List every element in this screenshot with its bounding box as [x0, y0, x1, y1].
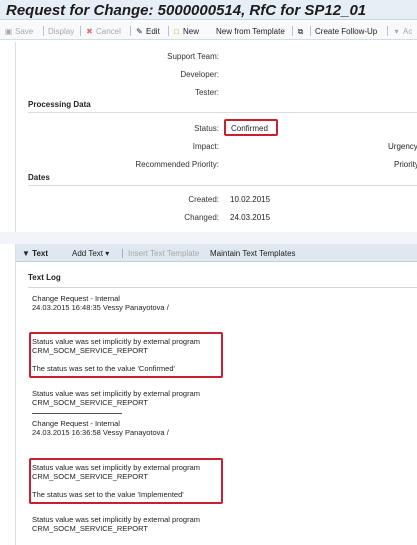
save-button[interactable]: ▣ Save — [4, 25, 34, 37]
edit-button[interactable]: ✎ Edit — [135, 25, 160, 37]
toolbar-separator — [292, 26, 293, 36]
text-panel: ▼ Text Add Text ▾ Insert Text Template M… — [15, 244, 417, 545]
create-follow-up-button[interactable]: Create Follow-Up — [315, 25, 377, 37]
actions-menu-button[interactable]: ▾ Ac — [392, 25, 412, 37]
log-line: CRM_SOCM_SERVICE_REPORT — [32, 524, 149, 533]
log-entry-type[interactable]: Change Request - Internal — [32, 294, 120, 303]
log-line: Status value was set implicitly by exter… — [32, 515, 200, 524]
toolbar-separator — [130, 26, 131, 36]
text-panel-header: ▼ Text Add Text ▾ Insert Text Template M… — [16, 244, 417, 262]
toolbar-separator — [43, 26, 44, 36]
processing-data-heading: Processing Data — [28, 100, 91, 109]
log-entry-meta: 24.03.2015 16:36:58 Vessy Panayotova / — [32, 428, 169, 437]
insert-text-template-button[interactable]: Insert Text Template — [128, 249, 199, 258]
log-entry-type[interactable]: Change Request - Internal — [32, 419, 120, 428]
log-line: CRM_SOCM_SERVICE_REPORT — [32, 346, 149, 355]
new-button[interactable]: □ New — [172, 25, 199, 37]
changed-label: Changed: — [184, 213, 219, 222]
status-field[interactable]: Confirmed — [224, 119, 278, 136]
edit-label: Edit — [146, 26, 160, 36]
divider — [32, 413, 122, 414]
cancel-icon: ✖ — [86, 26, 93, 36]
divider — [28, 112, 417, 113]
copy-icon: ⧉ — [297, 26, 304, 36]
new-document-icon: □ — [174, 26, 179, 36]
developer-label: Developer: — [180, 70, 219, 79]
maintain-text-templates-button[interactable]: Maintain Text Templates — [210, 249, 296, 258]
add-text-button[interactable]: Add Text ▾ — [72, 249, 109, 258]
log-line: CRM_SOCM_SERVICE_REPORT — [32, 398, 149, 407]
save-icon: ▣ — [4, 26, 13, 36]
status-value: Confirmed — [231, 124, 268, 133]
divider — [28, 185, 417, 186]
log-line: The status was set to the value 'Confirm… — [32, 364, 175, 373]
page-title: Request for Change: 5000000514, RfC for … — [6, 2, 367, 19]
create-follow-up-label: Create Follow-Up — [315, 26, 378, 36]
toolbar-separator — [310, 26, 311, 36]
display-button[interactable]: Display — [48, 25, 74, 37]
chevron-down-icon: ▾ — [105, 249, 110, 258]
log-entry-meta: 24.03.2015 16:48:35 Vessy Panayotova / — [32, 303, 169, 312]
tester-label: Tester: — [194, 88, 219, 97]
created-value: 10.02.2015 — [230, 195, 271, 204]
panel-gap — [0, 232, 417, 244]
urgency-label: Urgency — [388, 142, 417, 151]
edit-icon: ✎ — [136, 26, 143, 36]
cancel-label: Cancel — [96, 26, 121, 36]
impact-label: Impact: — [192, 142, 219, 151]
display-label: Display — [48, 26, 75, 36]
recommended-priority-label: Recommended Priority: — [135, 160, 219, 169]
copy-button[interactable]: ⧉ — [296, 25, 305, 37]
actions-label: Ac — [403, 26, 413, 36]
divider — [28, 287, 417, 288]
collapse-icon: ▼ — [22, 249, 30, 258]
log-line: The status was set to the value 'Impleme… — [32, 490, 184, 499]
details-panel: Support Team: Developer: Tester: Process… — [15, 42, 417, 232]
toolbar-separator — [122, 249, 123, 258]
toolbar-separator — [80, 26, 81, 36]
add-text-label: Add Text — [72, 249, 103, 258]
text-log-title: Text Log — [28, 273, 61, 282]
text-tab[interactable]: ▼ Text — [22, 249, 48, 258]
support-team-label: Support Team: — [167, 52, 219, 61]
title-bar: Request for Change: 5000000514, RfC for … — [0, 0, 417, 20]
status-label: Status: — [194, 124, 219, 133]
created-label: Created: — [188, 195, 219, 204]
text-tab-label: Text — [32, 249, 49, 258]
new-from-template-label: New from Template — [216, 26, 285, 36]
log-line: Status value was set implicitly by exter… — [32, 389, 200, 398]
new-from-template-button[interactable]: New from Template — [216, 25, 285, 37]
dates-heading: Dates — [28, 173, 50, 182]
new-label: New — [183, 26, 200, 36]
toolbar-separator — [168, 26, 169, 36]
cancel-button[interactable]: ✖ Cancel — [85, 25, 121, 37]
log-line: CRM_SOCM_SERVICE_REPORT — [32, 472, 149, 481]
changed-value: 24.03.2015 — [230, 213, 271, 222]
log-line: Status value was set implicitly by exter… — [32, 337, 200, 346]
save-label: Save — [15, 26, 34, 36]
chevron-down-icon: ▾ — [394, 26, 399, 36]
log-line: Status value was set implicitly by exter… — [32, 463, 200, 472]
toolbar-separator — [387, 26, 388, 36]
toolbar: ▣ Save Display ✖ Cancel ✎ Edit □ New New… — [0, 22, 417, 40]
priority-label: Priority — [394, 160, 417, 169]
